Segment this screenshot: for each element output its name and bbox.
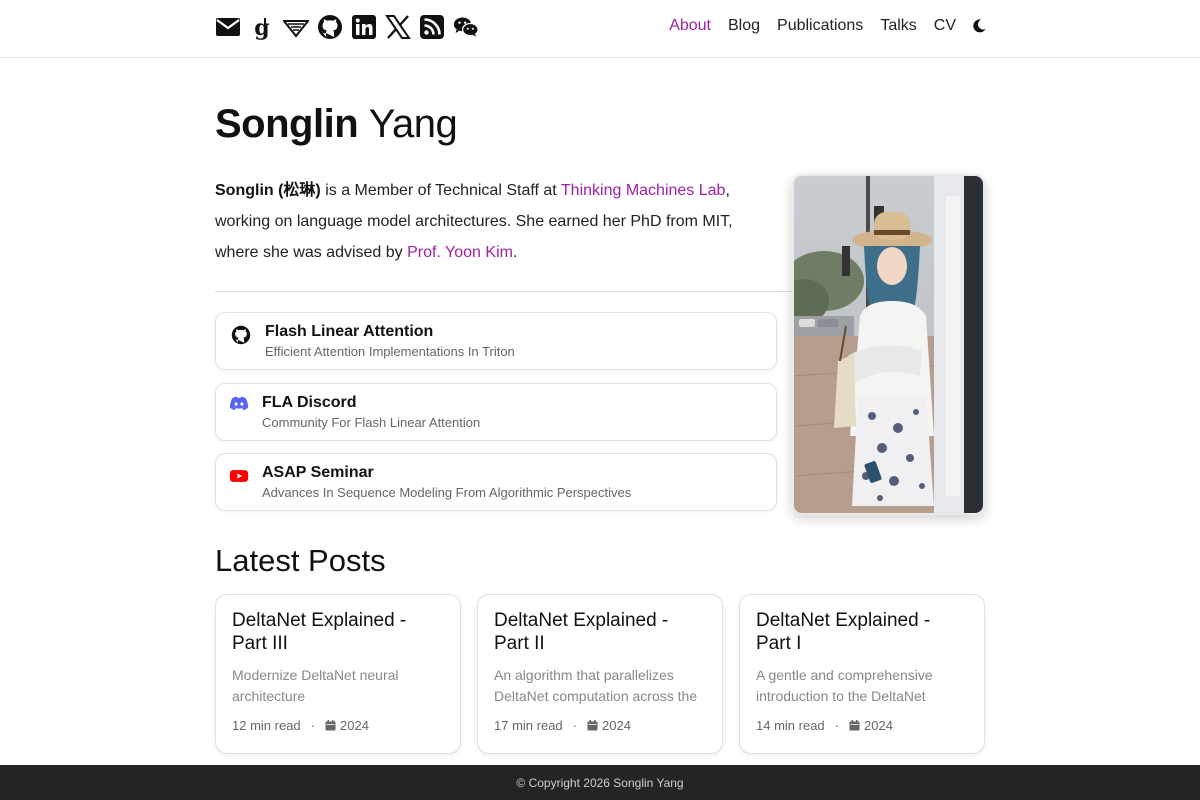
discord-icon [229, 396, 249, 411]
bio-text-1: is a Member of Technical Staff at [320, 182, 561, 199]
thinking-machines-link[interactable]: Thinking Machines Lab [561, 182, 726, 199]
post-description: Modernize DeltaNet neural architecture [232, 667, 399, 704]
linkedin-icon[interactable] [351, 13, 377, 41]
nav-cv[interactable]: CV [934, 17, 956, 35]
post-description: An algorithm that parallelizes DeltaNet … [494, 667, 698, 704]
calendar-icon [587, 720, 598, 731]
post-year: 2024 [340, 718, 369, 733]
footer: © Copyright 2026 Songlin Yang [0, 765, 1200, 800]
calendar-icon [849, 720, 860, 731]
link-card-flash-linear-attention[interactable]: Flash Linear Attention Efficient Attenti… [215, 312, 777, 370]
post-title: DeltaNet Explained - Part II [494, 610, 669, 654]
bio-paragraph: Songlin (松琳) is a Member of Technical St… [215, 175, 780, 268]
page-title: Songlin Yang [215, 102, 458, 147]
github-icon[interactable] [317, 13, 343, 41]
bio-text-3: . [512, 244, 518, 261]
copyright-text: © Copyright 2026 Songlin Yang [516, 776, 684, 790]
post-meta: 12 min read · 2024 [232, 718, 369, 733]
post-description: A gentle and comprehensive introduction … [756, 667, 933, 704]
google-scholar-icon[interactable]: g [249, 13, 275, 41]
post-read-time: 12 min read [232, 718, 301, 733]
main-nav: About Blog Publications Talks CV [669, 17, 987, 35]
nav-about[interactable]: About [669, 17, 711, 35]
calendar-icon [325, 720, 336, 731]
link-card-subtitle: Community For Flash Linear Attention [262, 415, 481, 430]
svg-text:g: g [254, 15, 269, 40]
link-card-subtitle: Advances In Sequence Modeling From Algor… [262, 485, 632, 500]
link-card-asap-seminar[interactable]: ASAP Seminar Advances In Sequence Modeli… [215, 453, 777, 511]
github-icon [231, 325, 251, 345]
nav-publications[interactable]: Publications [777, 17, 863, 35]
wechat-icon[interactable] [453, 13, 479, 41]
link-card-title: FLA Discord [262, 394, 357, 411]
post-card[interactable]: DeltaNet Explained - Part III Modernize … [215, 594, 461, 754]
x-twitter-icon[interactable] [385, 13, 411, 41]
moon-icon[interactable] [971, 18, 987, 34]
post-meta: 14 min read · 2024 [756, 718, 893, 733]
social-links: g [215, 13, 479, 41]
latest-posts-heading: Latest Posts [215, 543, 386, 578]
link-card-title: Flash Linear Attention [265, 323, 434, 340]
post-card[interactable]: DeltaNet Explained - Part II An algorith… [477, 594, 723, 754]
semantic-scholar-icon[interactable] [283, 13, 309, 41]
post-read-time: 17 min read [494, 718, 563, 733]
nav-talks[interactable]: Talks [880, 17, 916, 35]
first-name: Songlin [215, 102, 359, 146]
profile-photo [792, 174, 985, 515]
youtube-icon [229, 470, 249, 482]
divider [215, 291, 793, 292]
advisor-link[interactable]: Prof. Yoon Kim [407, 244, 513, 261]
top-navbar: g About Blog Publications Talks CV [0, 0, 1200, 58]
post-title: DeltaNet Explained - Part I [756, 610, 931, 654]
post-meta: 17 min read · 2024 [494, 718, 631, 733]
nav-blog[interactable]: Blog [728, 17, 760, 35]
last-name: Yang [368, 102, 458, 146]
link-card-title: ASAP Seminar [262, 464, 374, 481]
post-title: DeltaNet Explained - Part III [232, 610, 407, 654]
post-year: 2024 [602, 718, 631, 733]
post-year: 2024 [864, 718, 893, 733]
post-read-time: 14 min read [756, 718, 825, 733]
link-card-fla-discord[interactable]: FLA Discord Community For Flash Linear A… [215, 383, 777, 441]
rss-icon[interactable] [419, 13, 445, 41]
envelope-icon[interactable] [215, 13, 241, 41]
bio-name: Songlin (松琳) [215, 182, 321, 199]
post-card[interactable]: DeltaNet Explained - Part I A gentle and… [739, 594, 985, 754]
link-card-subtitle: Efficient Attention Implementations In T… [265, 344, 515, 359]
